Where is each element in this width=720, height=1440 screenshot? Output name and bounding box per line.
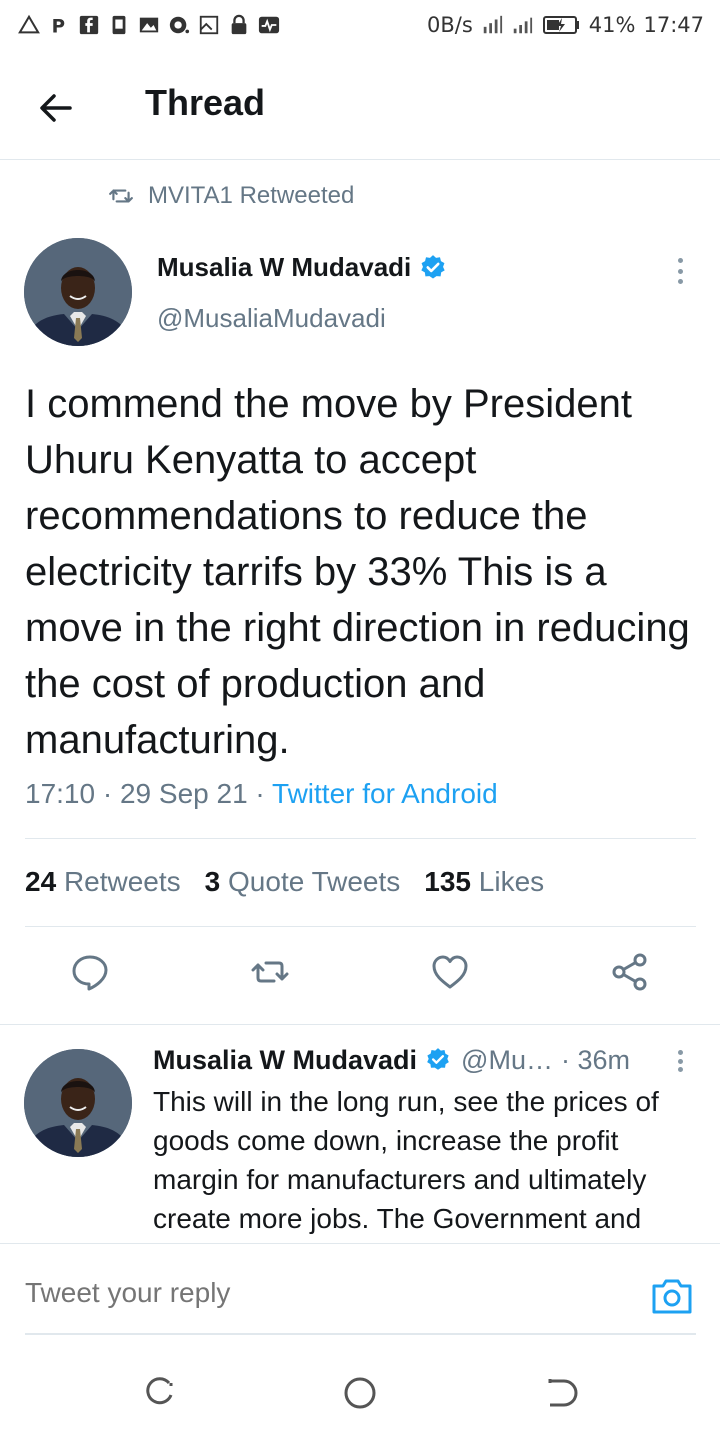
home-button[interactable] — [342, 1375, 378, 1411]
reply-author-name: Musalia W Mudavadi — [153, 1045, 418, 1075]
camera-icon — [652, 1279, 692, 1314]
reply-header[interactable]: Musalia W Mudavadi @Mu… · 36m — [153, 1045, 630, 1076]
alert-triangle-icon — [18, 14, 40, 36]
like-button[interactable] — [428, 950, 472, 994]
divider — [0, 1024, 720, 1025]
verified-badge-icon — [419, 254, 447, 282]
tweet-date: 29 Sep 21 — [119, 778, 248, 809]
tweet-text: I commend the move by President Uhuru Ke… — [25, 382, 690, 762]
tweet-actions — [0, 950, 720, 1002]
back-button[interactable] — [34, 86, 78, 130]
notification-icons: P — [18, 14, 280, 36]
chat-icon — [168, 14, 190, 36]
dot-icon — [677, 279, 683, 284]
reply-input[interactable] — [25, 1277, 625, 1309]
net-speed: 0B/s — [426, 13, 473, 37]
dot-icon — [677, 258, 683, 263]
system-nav-bar — [0, 1345, 720, 1440]
likes-stat[interactable]: 135 Likes — [424, 866, 544, 898]
dot-icon — [677, 1058, 683, 1064]
tweet-meta: 17:10 · 29 Sep 21 · Twitter for Android — [25, 778, 498, 810]
screenshot-icon — [108, 14, 130, 36]
reply-composer — [0, 1243, 720, 1343]
comment-icon — [72, 955, 108, 991]
signal-icon — [481, 14, 503, 36]
author-handle: @MusaliaMudavadi — [157, 303, 386, 333]
tweet-stats: 24 Retweets 3 Quote Tweets 135 Likes — [25, 866, 544, 898]
divider — [25, 926, 696, 927]
gallery-icon — [138, 14, 160, 36]
signal-icon-2 — [511, 14, 533, 36]
battery-percent: 41% — [588, 13, 636, 37]
share-button[interactable] — [608, 950, 652, 994]
reply-avatar[interactable] — [24, 1049, 132, 1157]
thread-header: Thread — [0, 52, 720, 160]
divider — [25, 838, 696, 839]
tweet-time: 17:10 — [25, 778, 96, 809]
system-indicators: 0B/s 41% 17:47 — [427, 13, 704, 37]
tweet-source-link[interactable]: Twitter for Android — [272, 778, 498, 809]
separator: · — [102, 778, 120, 809]
image-icon — [198, 14, 220, 36]
dot-icon — [677, 1050, 683, 1055]
recents-button[interactable] — [142, 1375, 178, 1411]
retweet-icon — [109, 189, 133, 203]
retweets-stat[interactable]: 24 Retweets — [25, 866, 181, 898]
retweet-context[interactable]: MVITA1 Retweeted — [108, 182, 354, 210]
status-bar: P 0B/s 41% 17:47 — [0, 0, 720, 50]
author-name: Musalia W Mudavadi — [157, 252, 412, 282]
quote-tweets-stat[interactable]: 3 Quote Tweets — [205, 866, 401, 898]
more-options-button[interactable] — [666, 254, 694, 288]
avatar[interactable] — [24, 238, 132, 346]
arrow-left-icon — [40, 94, 72, 122]
reply-button[interactable] — [68, 950, 112, 994]
share-icon — [612, 953, 647, 991]
reply-more-options-button[interactable] — [666, 1046, 694, 1076]
back-nav-button[interactable] — [542, 1375, 578, 1411]
reply-underline — [25, 1333, 696, 1335]
reply-time: · 36m — [560, 1045, 630, 1075]
recents-icon — [146, 1377, 173, 1405]
reply-author-handle: @Mu… — [461, 1045, 553, 1075]
dot-icon — [677, 1067, 683, 1072]
home-icon — [344, 1377, 376, 1409]
separator: · — [255, 778, 273, 809]
tweet-author[interactable]: Musalia W Mudavadi — [157, 252, 447, 283]
dot-icon — [677, 268, 683, 274]
facebook-icon — [78, 14, 100, 36]
parking-icon: P — [48, 14, 70, 36]
camera-button[interactable] — [650, 1274, 694, 1318]
lock-icon — [228, 14, 250, 36]
reply-text: This will in the long run, see the price… — [153, 1086, 659, 1234]
activity-icon — [258, 14, 280, 36]
page-title: Thread — [145, 82, 266, 123]
retweet-button[interactable] — [248, 950, 292, 994]
retweet-context-label: MVITA1 Retweeted — [148, 182, 355, 209]
heart-icon — [432, 955, 468, 989]
battery-icon — [541, 14, 581, 36]
clock: 17:47 — [643, 13, 704, 37]
retweet-icon — [251, 961, 289, 983]
svg-text:P: P — [52, 16, 65, 36]
verified-badge-icon — [425, 1047, 453, 1075]
back-nav-icon — [548, 1379, 578, 1407]
